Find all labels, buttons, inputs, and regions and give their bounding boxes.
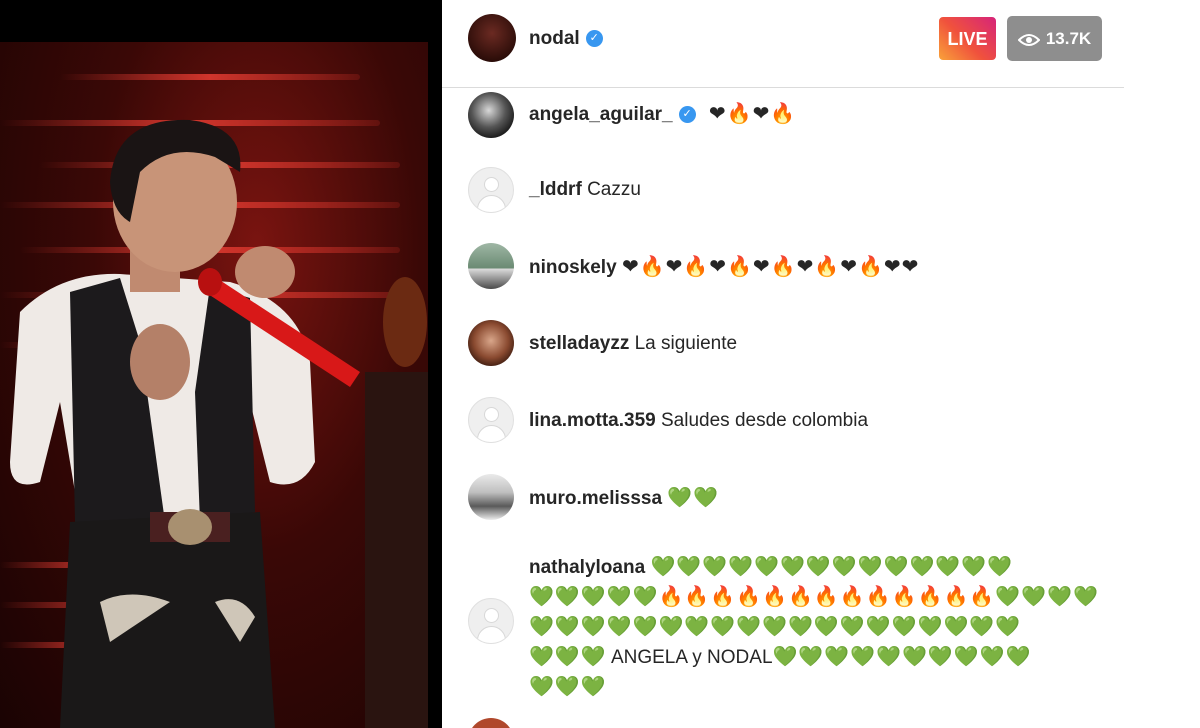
verified-badge-icon: ✓ — [585, 30, 603, 48]
default-avatar-icon[interactable] — [468, 397, 514, 443]
comment-emoji: 💚💚 — [667, 485, 720, 509]
comment-username[interactable]: stelladayzz — [529, 333, 629, 354]
host-username[interactable]: nodal ✓ — [529, 28, 603, 50]
comment-username[interactable]: ninoskely — [529, 257, 617, 278]
eye-icon — [1017, 33, 1040, 46]
comment-text: ANGELA y NODAL — [610, 647, 773, 668]
comment-emoji: 💚💚💚💚💚💚💚💚💚💚 — [772, 644, 1032, 668]
long-comment-text: nathalyloana 💚💚💚💚💚💚💚💚💚💚💚💚💚💚 💚💚💚💚💚🔥🔥🔥🔥🔥🔥🔥… — [529, 552, 1109, 702]
live-video-panel[interactable] — [0, 0, 442, 728]
video-frame — [0, 42, 428, 728]
comment-emoji: 💚💚💚💚💚💚💚💚💚💚💚💚💚💚💚💚💚💚💚 — [529, 614, 1022, 638]
comment-emoji: 💚💚💚 — [529, 644, 607, 668]
comment-username[interactable]: angela_aguilar_ — [529, 104, 673, 125]
default-avatar-icon[interactable] — [468, 598, 514, 644]
comment-emoji: ❤🔥❤🔥❤🔥❤🔥❤🔥❤🔥❤❤ — [621, 254, 920, 278]
viewer-count: 13.7K — [1045, 29, 1092, 48]
avatar[interactable] — [468, 243, 514, 289]
viewer-count-badge: 13.7K — [1007, 16, 1102, 61]
comment-text: Saludes desde colombia — [661, 410, 869, 431]
default-avatar-icon[interactable] — [468, 167, 514, 213]
host-avatar[interactable] — [468, 14, 516, 62]
comment-username[interactable]: _lddrf — [529, 179, 582, 200]
comment-emoji: 💚💚💚💚💚 — [529, 584, 659, 608]
comment-emoji: 🔥🔥🔥🔥🔥🔥🔥🔥🔥🔥🔥🔥🔥 — [658, 584, 996, 608]
comment-emoji: 💚💚💚 — [529, 674, 607, 698]
performer-figure — [10, 119, 428, 728]
comment-text: Cazzu — [587, 179, 641, 200]
avatar[interactable] — [468, 320, 514, 366]
comment-emoji: 💚💚💚💚💚💚💚💚💚💚💚💚💚💚 — [650, 554, 1014, 578]
live-header: nodal ✓ LIVE 13.7K — [442, 0, 1124, 88]
host-username-text[interactable]: nodal — [529, 28, 580, 49]
comment-username[interactable]: lina.motta.359 — [529, 410, 656, 431]
comment-text: La siguiente — [634, 333, 738, 354]
verified-badge-icon: ✓ — [678, 106, 696, 124]
live-badge: LIVE — [938, 16, 997, 61]
comment-emoji: ❤🔥❤🔥 — [708, 101, 797, 125]
avatar[interactable] — [468, 92, 514, 138]
comment-emoji: 💚💚💚💚 — [995, 584, 1099, 608]
comment-username[interactable]: muro.melisssa — [529, 488, 662, 509]
avatar[interactable] — [468, 718, 514, 728]
comment-username[interactable]: nathalyloana — [529, 557, 645, 578]
avatar[interactable] — [468, 474, 514, 520]
live-comments-panel: nodal ✓ LIVE 13.7K angela_aguilar_ ✓ ❤🔥❤🔥 … — [442, 0, 1200, 728]
